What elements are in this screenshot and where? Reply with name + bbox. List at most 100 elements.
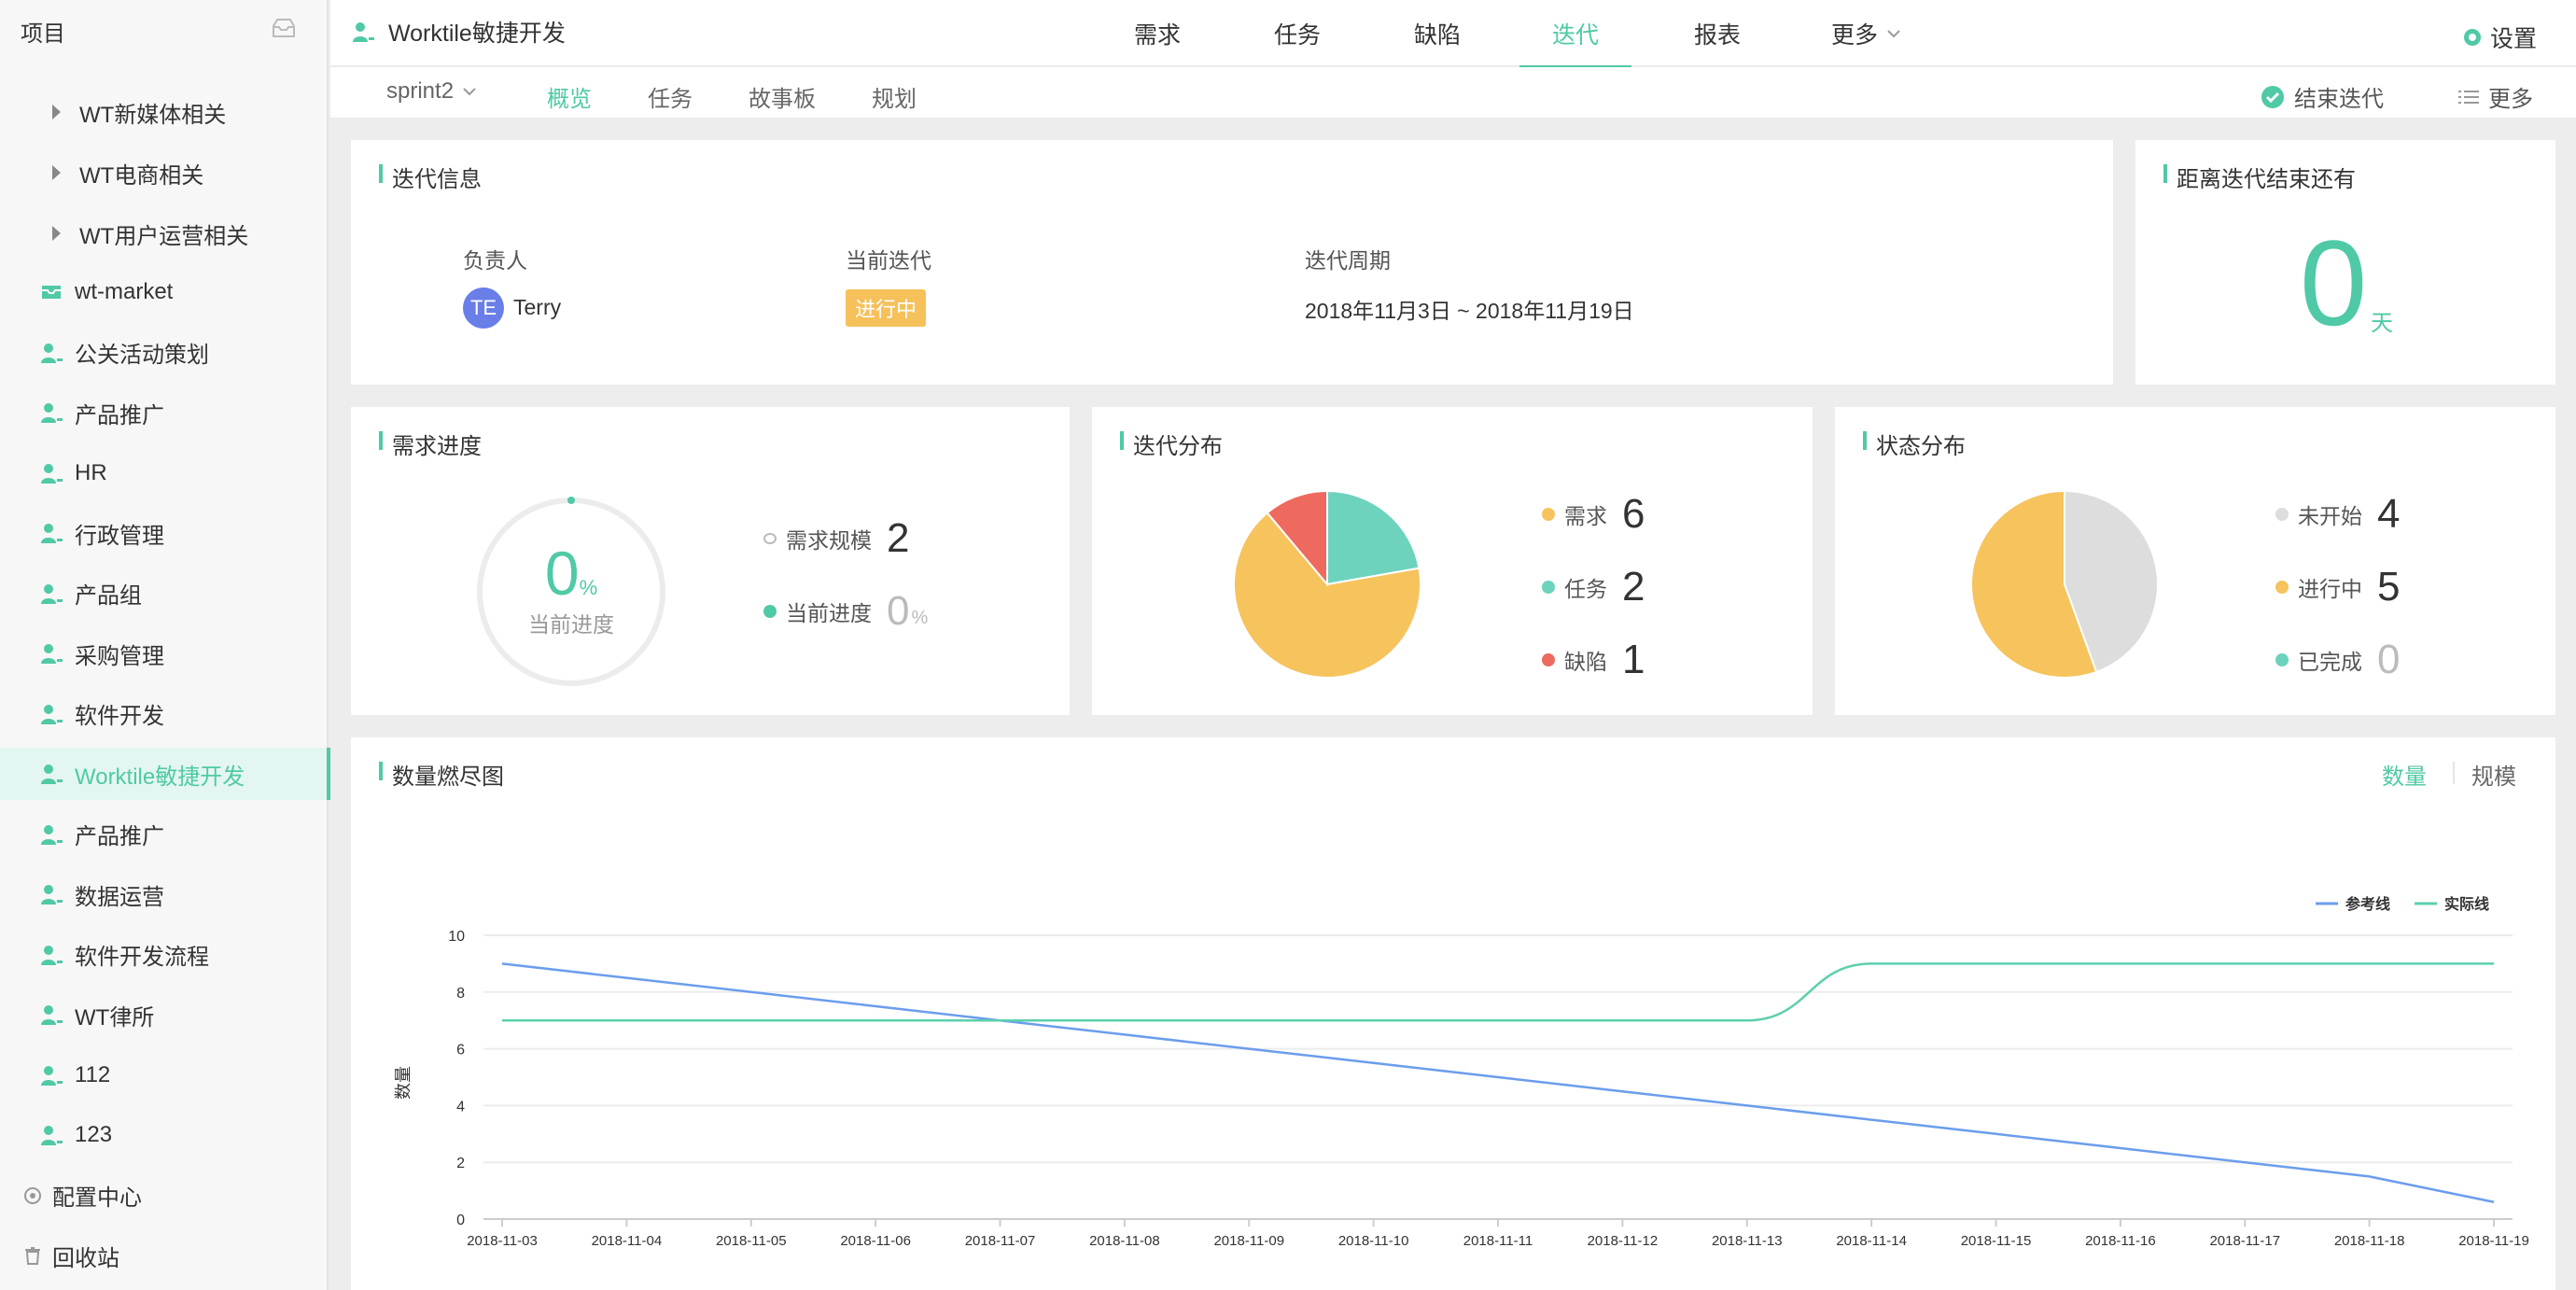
- sidebar-item[interactable]: 软件开发流程: [0, 929, 329, 981]
- legend-label: 需求: [1564, 504, 1607, 528]
- sidebar-group[interactable]: WT电商相关: [0, 147, 329, 199]
- sidebar-header: 项目: [21, 21, 65, 47]
- sidebar-item[interactable]: 产品推广: [0, 386, 329, 439]
- sidebar-item-label: 软件开发: [75, 704, 164, 729]
- legend-value: 5: [2377, 564, 2401, 610]
- sprint-name: sprint2: [386, 78, 455, 104]
- tab-more[interactable]: 更多: [1811, 0, 1923, 67]
- sidebar-footer-label: 回收站: [52, 1245, 119, 1271]
- sidebar-item-label: wt-market: [75, 279, 174, 304]
- sidebar-group-label: WT电商相关: [79, 162, 204, 189]
- person-icon: [39, 641, 63, 666]
- current-sprint-label: 当前迭代: [846, 248, 931, 273]
- person-icon: [39, 822, 63, 847]
- legend-item: 缺陷 1: [1542, 637, 1645, 683]
- sidebar-item[interactable]: 产品推广: [0, 808, 329, 861]
- sidebar-footer-item[interactable]: 配置中心: [0, 1170, 329, 1222]
- owner-name: Terry: [513, 295, 562, 319]
- sidebar-item-label: Worktile敏捷开发: [75, 764, 245, 790]
- x-tick-label: 2018-11-08: [1089, 1233, 1160, 1249]
- burndown-card: 数量燃尽图 数量 规模 0 2 4 6 8 10 2018-11-03 2018-11-04 2…: [351, 737, 2555, 1290]
- sidebar-item[interactable]: 产品组: [0, 568, 329, 620]
- sidebar-item[interactable]: HR: [0, 447, 329, 499]
- inbox-icon[interactable]: [271, 17, 297, 39]
- tab-requirements[interactable]: 需求: [1111, 0, 1204, 67]
- sidebar-item-label: 123: [75, 1122, 113, 1147]
- period-label: 迭代周期: [1305, 248, 1391, 273]
- sidebar-item[interactable]: 123: [0, 1109, 329, 1161]
- x-tick-label: 2018-11-16: [2085, 1233, 2156, 1249]
- subtab-tasks[interactable]: 任务: [648, 80, 693, 113]
- sidebar-footer-label: 配置中心: [52, 1185, 142, 1211]
- subtab-storyboard[interactable]: 故事板: [749, 80, 816, 113]
- sidebar-group[interactable]: WT用户运营相关: [0, 207, 329, 259]
- person-icon: [39, 762, 63, 786]
- person-icon: [39, 341, 63, 365]
- sidebar-item-label: 产品推广: [75, 824, 164, 849]
- chevron-down-icon: [1887, 30, 1900, 38]
- sidebar-item[interactable]: 采购管理: [0, 627, 329, 680]
- legend-dot: [2275, 581, 2289, 594]
- sidebar-item-label: 产品组: [75, 583, 142, 609]
- chevron-down-icon: [463, 88, 476, 96]
- x-tick-label: 2018-11-13: [1712, 1233, 1783, 1249]
- sprint-info-card: 迭代信息 负责人 TE Terry 当前迭代 进行中 迭代周期 2018年11月…: [351, 140, 2113, 385]
- legend-item: 已完成 0: [2275, 637, 2400, 683]
- sidebar-item-label: 112: [75, 1061, 111, 1087]
- person-icon: [39, 1123, 63, 1147]
- scale-legend: 需求规模 2: [763, 515, 909, 562]
- sidebar-item[interactable]: 软件开发: [0, 688, 329, 740]
- person-icon: [39, 1063, 63, 1087]
- subtab-overview[interactable]: 概览: [547, 80, 592, 113]
- settings-button[interactable]: 设置: [2462, 21, 2537, 54]
- legend-label: 未开始: [2298, 504, 2362, 528]
- sidebar-item[interactable]: WT律所: [0, 989, 329, 1041]
- sidebar-item[interactable]: wt-market: [0, 266, 329, 318]
- project-title[interactable]: Worktile敏捷开发: [351, 15, 566, 49]
- subtab-planning[interactable]: 规划: [872, 80, 917, 113]
- sidebar-item[interactable]: 数据运营: [0, 868, 329, 920]
- x-tick-label: 2018-11-11: [1463, 1233, 1533, 1249]
- progress-center: 0%: [470, 538, 672, 609]
- caret-right-icon: [52, 226, 61, 241]
- sidebar-item-label: 产品推广: [75, 402, 164, 428]
- sidebar-item[interactable]: 行政管理: [0, 507, 329, 559]
- more-menu-button[interactable]: 更多: [2458, 80, 2533, 113]
- tab-tasks[interactable]: 任务: [1251, 0, 1344, 67]
- iteration-distribution-card: 迭代分布 需求 6 任务 2 缺陷 1: [1092, 407, 1813, 715]
- sidebar-item-label: 行政管理: [75, 523, 164, 549]
- x-tick-label: 2018-11-07: [965, 1233, 1036, 1249]
- sidebar-item[interactable]: 公关活动策划: [0, 327, 329, 379]
- y-tick-label: 2: [456, 1156, 465, 1171]
- x-tick-label: 2018-11-12: [1588, 1233, 1659, 1249]
- sidebar-item[interactable]: 112: [0, 1049, 329, 1101]
- current-progress-dot: [763, 605, 777, 618]
- y-tick-label: 6: [456, 1043, 465, 1059]
- sidebar-item-label: 软件开发流程: [75, 945, 209, 970]
- y-tick-label: 10: [448, 929, 465, 945]
- sidebar-footer-item[interactable]: 回收站: [0, 1229, 329, 1282]
- sidebar-item-label: WT律所: [75, 1004, 155, 1031]
- end-sprint-button[interactable]: 结束迭代: [2261, 80, 2384, 113]
- tab-reports[interactable]: 报表: [1671, 0, 1764, 67]
- remaining-days-unit: 天: [2371, 311, 2393, 336]
- legend-dot: [1542, 653, 1555, 666]
- sidebar-group[interactable]: WT新媒体相关: [0, 86, 329, 138]
- x-tick-label: 2018-11-18: [2334, 1233, 2405, 1249]
- tab-defects[interactable]: 缺陷: [1391, 0, 1484, 67]
- caret-right-icon: [52, 165, 61, 180]
- sidebar-item-label: 公关活动策划: [75, 343, 209, 368]
- avatar[interactable]: TE: [463, 287, 504, 329]
- x-tick-label: 2018-11-19: [2458, 1233, 2529, 1249]
- progress-percent: 0: [544, 539, 580, 608]
- sidebar-item[interactable]: Worktile敏捷开发: [0, 748, 330, 800]
- x-tick-label: 2018-11-10: [1338, 1233, 1409, 1249]
- current-progress-value: 0: [887, 588, 910, 634]
- sprint-selector[interactable]: sprint2: [386, 78, 478, 105]
- legend-dot: [1542, 508, 1555, 521]
- legend-label: 进行中: [2298, 577, 2362, 601]
- scale-label: 需求规模: [786, 528, 872, 553]
- x-tick-label: 2018-11-09: [1213, 1233, 1284, 1249]
- progress-percent-unit: %: [579, 576, 598, 599]
- tab-iterations[interactable]: 迭代: [1519, 0, 1631, 69]
